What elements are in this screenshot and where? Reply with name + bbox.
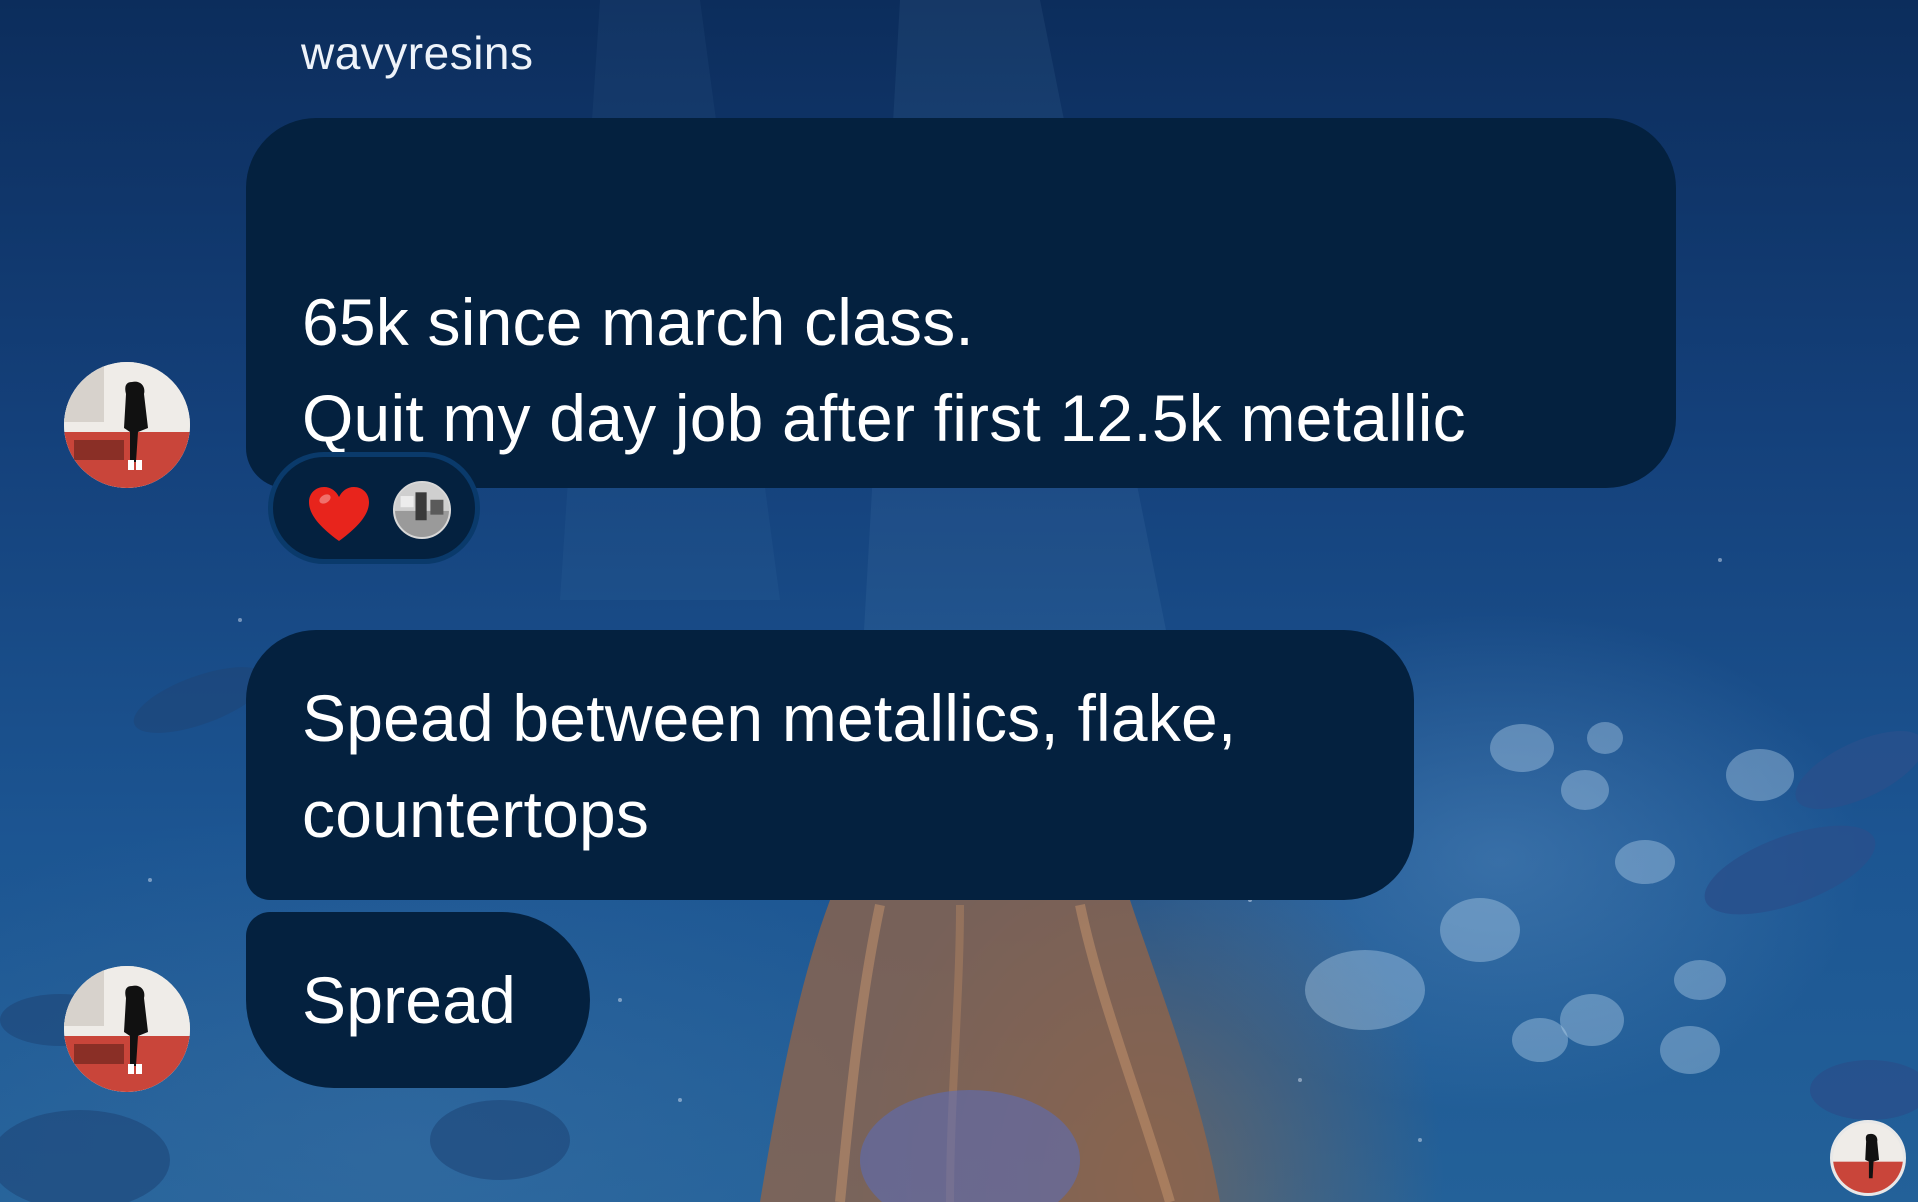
read-receipt-avatar (1830, 1120, 1906, 1196)
heart-icon (309, 487, 369, 541)
sender-avatar[interactable] (64, 966, 190, 1092)
message-bubble[interactable]: Spread (246, 912, 590, 1088)
message-line: countertops (302, 777, 650, 851)
message-reactions[interactable] (268, 452, 480, 564)
message-line: Spread (302, 963, 517, 1037)
message-bubble[interactable]: Spead between metallics, flake, countert… (246, 630, 1414, 900)
message-bubble[interactable]: 65k since march class. Quit my day job a… (246, 118, 1676, 551)
message-line: Spead between metallics, flake, (302, 681, 1237, 755)
message-line: 65k since march class. (302, 285, 974, 359)
sender-name: wavyresins (301, 27, 534, 79)
message-line: Quit my day job after first 12.5k metall… (302, 381, 1466, 455)
message-line: job. (302, 466, 1636, 562)
reactor-avatar[interactable] (393, 481, 451, 539)
sender-avatar[interactable] (64, 362, 190, 488)
